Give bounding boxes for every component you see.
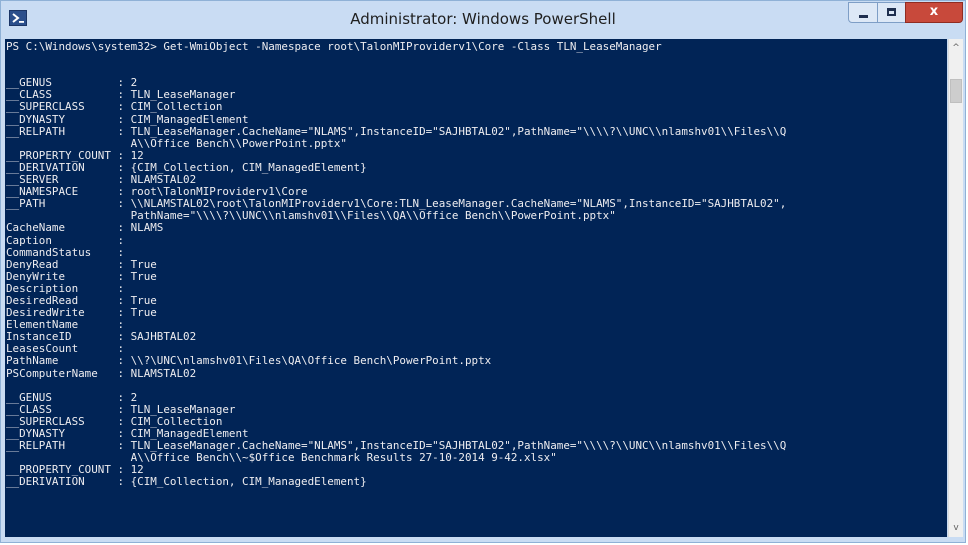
- minimize-icon: [859, 15, 868, 18]
- title-bar[interactable]: Administrator: Windows PowerShell x: [1, 1, 965, 39]
- powershell-window: Administrator: Windows PowerShell x PS C…: [0, 0, 966, 543]
- scroll-up-icon[interactable]: ^: [949, 40, 963, 56]
- console-output[interactable]: PS C:\Windows\system32> Get-WmiObject -N…: [5, 39, 947, 537]
- window-title: Administrator: Windows PowerShell: [350, 10, 616, 28]
- maximize-button[interactable]: [877, 2, 906, 23]
- scrollbar-thumb[interactable]: [950, 79, 962, 103]
- maximize-icon: [887, 8, 896, 16]
- scroll-down-icon[interactable]: v: [949, 520, 963, 536]
- console-text[interactable]: PS C:\Windows\system32> Get-WmiObject -N…: [5, 39, 947, 488]
- close-icon: x: [929, 4, 939, 19]
- vertical-scrollbar[interactable]: ^ v: [948, 39, 963, 537]
- close-button[interactable]: x: [905, 2, 963, 23]
- minimize-button[interactable]: [848, 2, 878, 23]
